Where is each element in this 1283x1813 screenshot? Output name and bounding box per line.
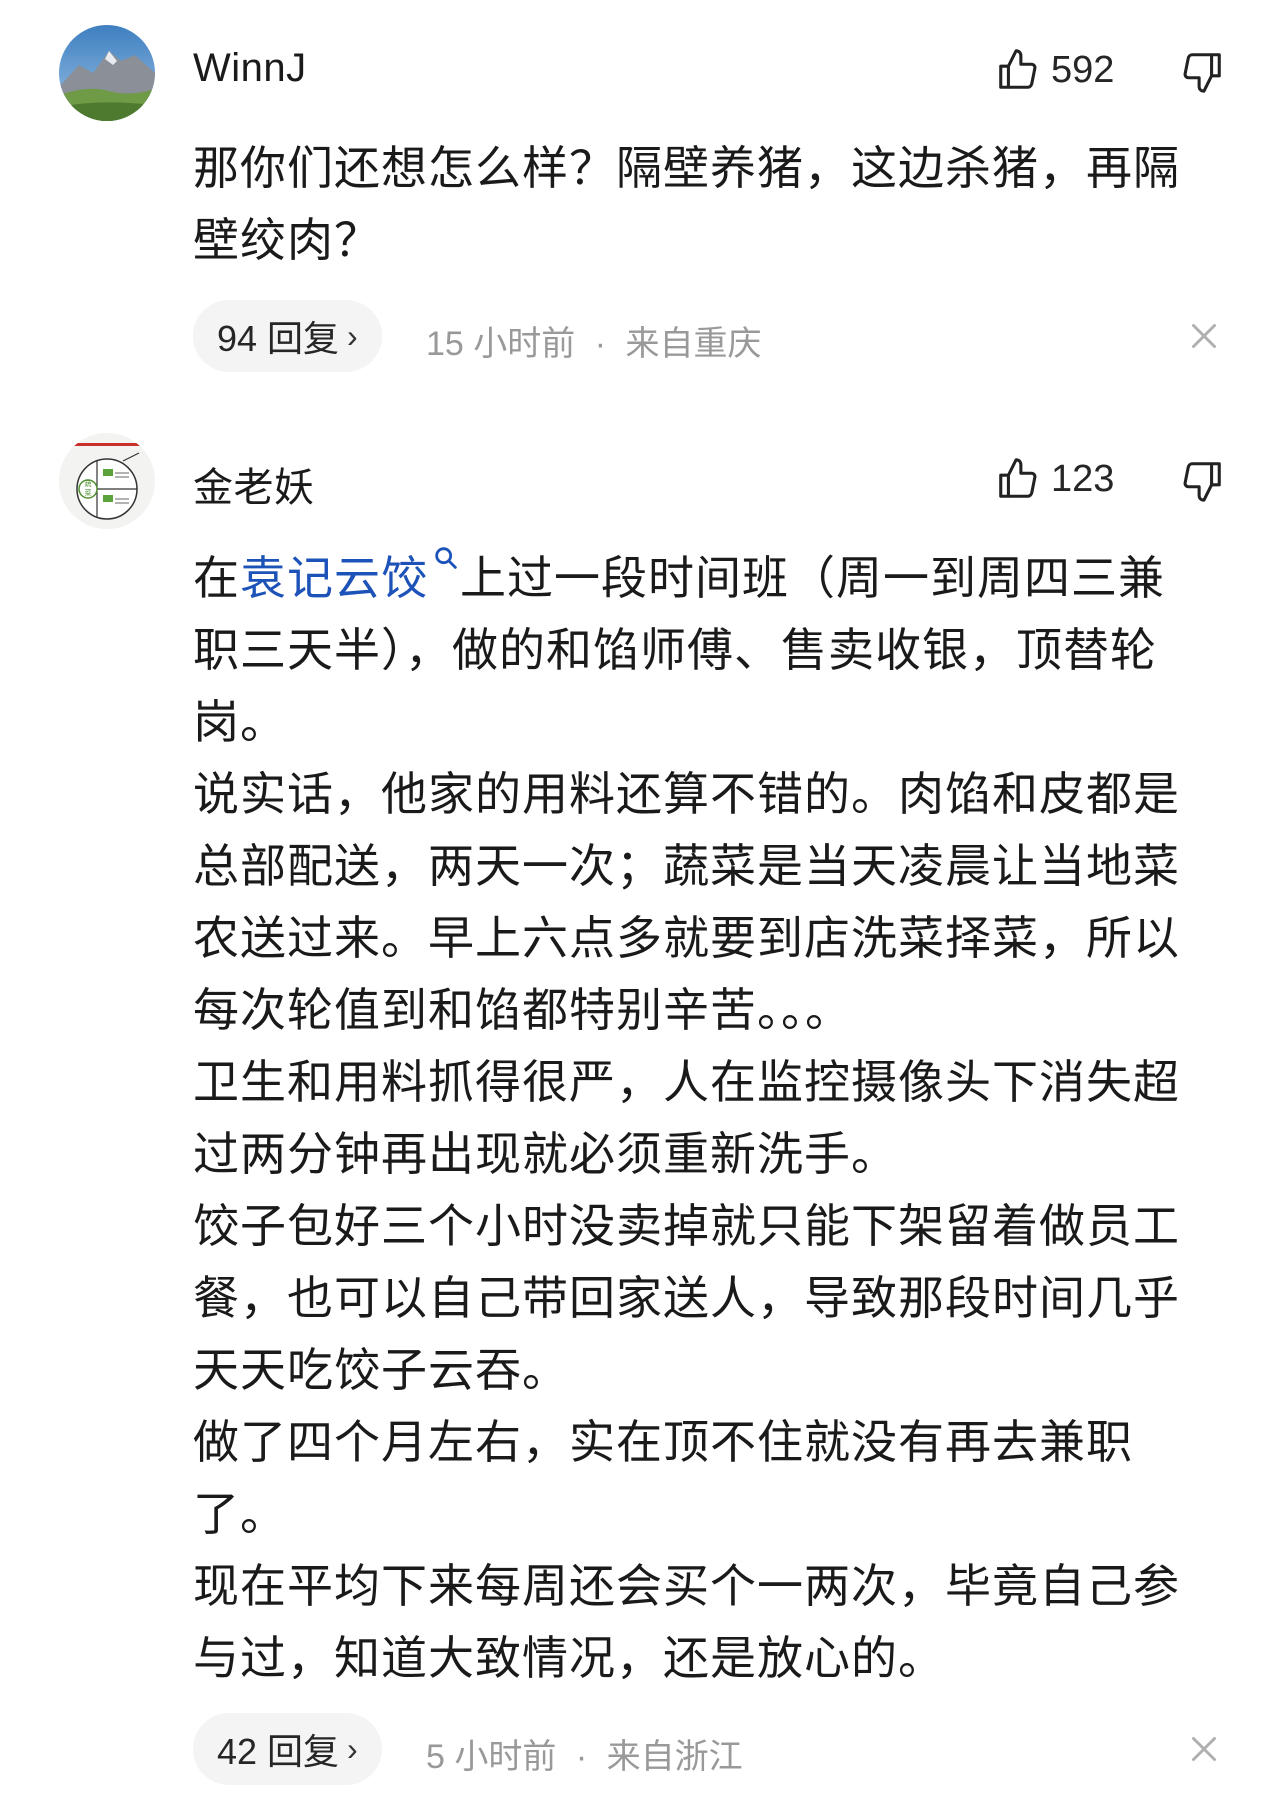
thumbs-down-icon [1183, 462, 1221, 502]
comment-line: 农送过来。早上六点多就要到店洗菜择菜，所以 [193, 912, 1180, 964]
like-count: 123 [1051, 457, 1115, 500]
reply-count-label: 42 回复 [217, 1731, 340, 1772]
location: 来自重庆 [625, 325, 762, 363]
comment-meta: 15 小时前 · 来自重庆 [426, 316, 762, 365]
comment-line: 饺子包好三个小时没卖掉就只能下架留着做员工 [193, 1200, 1180, 1252]
comment-line: 那你们还想怎么样？隔壁养猪，这边杀猪，再隔 [193, 142, 1180, 194]
text-prefix: 在 [193, 552, 240, 604]
thumbs-up-icon [999, 458, 1037, 498]
comment-line: 岗。 [193, 696, 287, 748]
mountain-avatar-image [59, 25, 155, 121]
meta-separator: · [575, 1738, 588, 1776]
comment-text: 在袁记云饺 上过一段时间班（周一到周四三兼 职三天半），做的和馅师傅、售卖收银，顶… [193, 542, 1233, 1694]
meta-separator: · [594, 325, 607, 363]
chevron-right-icon: › [347, 317, 358, 354]
dislike-button[interactable] [1179, 49, 1225, 95]
avatar[interactable]: 蔬 菜 [59, 433, 155, 529]
comment-meta: 5 小时前 · 来自浙江 [426, 1729, 743, 1778]
timestamp: 5 小时前 [426, 1738, 557, 1776]
author-name[interactable]: WinnJ [193, 46, 307, 91]
thumbs-up-icon [999, 49, 1037, 89]
food-chart-avatar-image: 蔬 菜 [59, 433, 155, 529]
close-button[interactable] [1186, 1731, 1222, 1767]
like-button[interactable]: 592 [995, 47, 1114, 93]
comment-line: 做了四个月左右，实在顶不住就没有再去兼职 [193, 1416, 1133, 1468]
comment-line: 在袁记云饺 上过一段时间班（周一到周四三兼 [193, 542, 1233, 614]
author-name[interactable]: 金老妖 [193, 455, 315, 513]
keyword-link[interactable]: 袁记云饺 [240, 552, 428, 604]
close-button[interactable] [1186, 318, 1222, 354]
comment-line: 壁绞肉？ [193, 214, 381, 266]
comment-line: 了。 [193, 1488, 287, 1540]
reply-count-label: 94 回复 [217, 318, 340, 359]
comment-line: 天天吃饺子云吞。 [193, 1344, 569, 1396]
timestamp: 15 小时前 [426, 325, 576, 363]
reply-count-button[interactable]: 94 回复 › [193, 300, 382, 372]
comment-line: 餐，也可以自己带回家送人，导致那段时间几乎 [193, 1272, 1180, 1324]
like-count: 592 [1051, 48, 1115, 91]
comment-line: 职三天半），做的和馅师傅、售卖收银，顶替轮 [193, 624, 1157, 676]
comment-line: 过两分钟再出现就必须重新洗手。 [193, 1128, 898, 1180]
avatar-label: 蔬 [85, 479, 92, 488]
avatar[interactable] [59, 25, 155, 121]
thumbs-down-icon [1183, 53, 1221, 93]
close-icon [1192, 324, 1216, 348]
comment-line: 卫生和用料抓得很严，人在监控摄像头下消失超 [193, 1056, 1180, 1108]
search-icon[interactable] [432, 544, 460, 572]
location: 来自浙江 [606, 1738, 743, 1776]
reply-count-button[interactable]: 42 回复 › [193, 1713, 382, 1785]
dislike-button[interactable] [1179, 458, 1225, 504]
like-button[interactable]: 123 [995, 456, 1114, 502]
chevron-right-icon: › [347, 1730, 358, 1767]
close-icon [1192, 1737, 1216, 1761]
comment-line: 与过，知道大致情况，还是放心的。 [193, 1632, 945, 1684]
avatar-label: 菜 [85, 488, 92, 497]
comment-text: 那你们还想怎么样？隔壁养猪，这边杀猪，再隔 壁绞肉？ [193, 132, 1233, 276]
text-suffix: 上过一段时间班（周一到周四三兼 [460, 552, 1165, 604]
comment-line: 每次轮值到和馅都特别辛苦。。。 [193, 984, 852, 1036]
comment-line: 总部配送，两天一次；蔬菜是当天凌晨让当地菜 [193, 840, 1180, 892]
comment-line: 现在平均下来每周还会买个一两次，毕竟自己参 [193, 1560, 1180, 1612]
comment-line: 说实话，他家的用料还算不错的。肉馅和皮都是 [193, 768, 1180, 820]
